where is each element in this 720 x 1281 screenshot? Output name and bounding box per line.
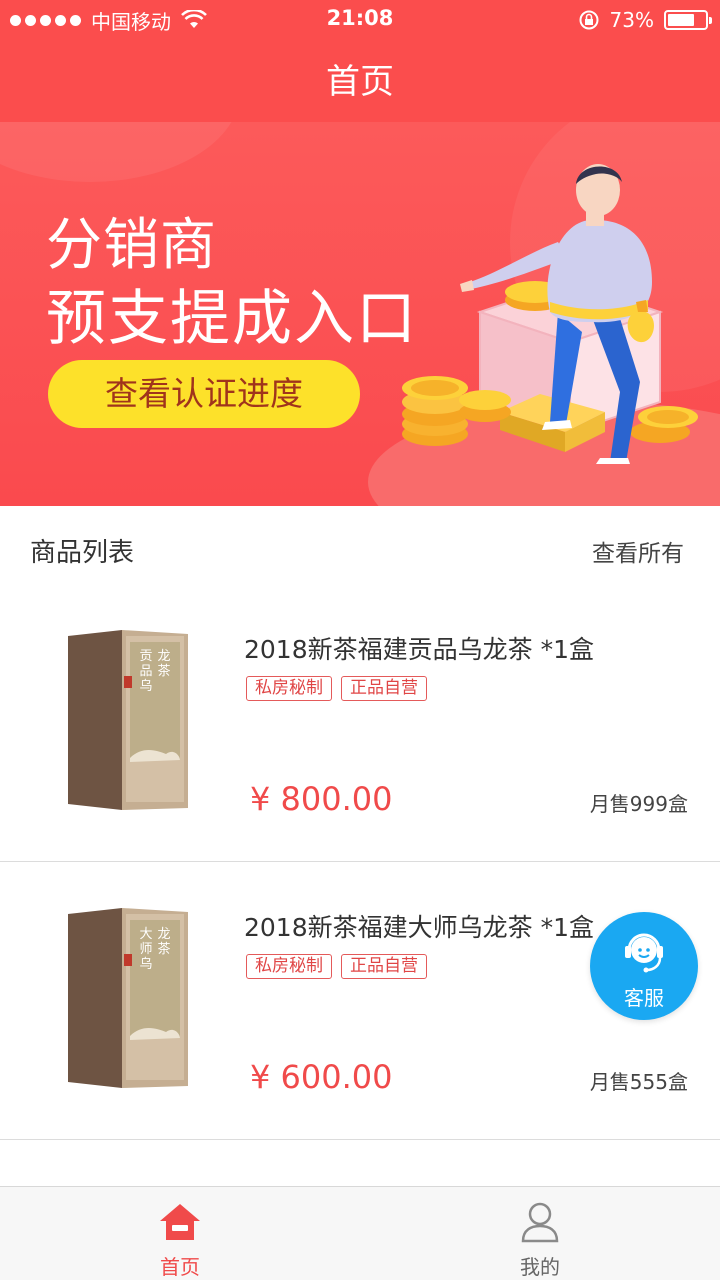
banner-decor	[0, 122, 240, 182]
monthly-sales: 月售999盒	[589, 792, 688, 816]
view-all-link[interactable]: 查看所有	[592, 534, 684, 568]
product-list-title: 商品列表	[30, 538, 135, 568]
top-header: 中国移动 21:08 73% 首页	[0, 0, 720, 122]
battery-percent: 73%	[609, 8, 654, 32]
user-icon	[521, 1202, 559, 1243]
headset-icon	[625, 933, 663, 973]
product-item[interactable]: 贡品乌龙茶 2018新茶福建贡品乌龙茶 *1盒 私房秘制 正品自营 ¥ 800.…	[0, 584, 720, 862]
product-list-header: 商品列表 查看所有	[0, 506, 720, 586]
product-price: ¥ 800.00	[250, 780, 393, 818]
banner-title-line2: 预支提成入口	[46, 284, 418, 354]
product-tag: 私房秘制	[246, 676, 332, 701]
promo-banner[interactable]: 分销商 预支提成入口 查看认证进度	[0, 122, 720, 506]
customer-service-label: 客服	[624, 986, 664, 1010]
man-with-coins-illustration	[402, 164, 698, 464]
battery-icon	[664, 10, 712, 30]
customer-service-button[interactable]: 客服	[590, 912, 698, 1020]
product-tag: 正品自营	[341, 676, 427, 701]
product-tag: 正品自营	[341, 954, 427, 979]
battery-status: 73%	[578, 6, 712, 34]
tab-home[interactable]: 首页	[0, 1187, 360, 1281]
banner-title-line1: 分销商	[46, 213, 217, 278]
monthly-sales: 月售555盒	[589, 1070, 688, 1094]
product-tags: 私房秘制 正品自营	[246, 954, 427, 979]
bottom-tab-bar: 首页 我的	[0, 1186, 720, 1280]
tab-mine-label: 我的	[520, 1255, 560, 1279]
product-tags: 私房秘制 正品自营	[246, 676, 427, 701]
tab-mine[interactable]: 我的	[360, 1187, 720, 1281]
product-price: ¥ 600.00	[250, 1058, 393, 1096]
page-title: 首页	[326, 62, 394, 102]
tea-box-image: 大师乌龙茶	[68, 908, 188, 1088]
product-name: 2018新茶福建大师乌龙茶 *1盒	[244, 913, 594, 942]
product-name: 2018新茶福建贡品乌龙茶 *1盒	[244, 635, 594, 664]
home-icon	[160, 1204, 200, 1240]
rotation-lock-icon	[579, 10, 599, 30]
tea-box-image: 贡品乌龙茶	[68, 630, 188, 810]
product-tag: 私房秘制	[246, 954, 332, 979]
view-verification-button[interactable]: 查看认证进度	[48, 360, 360, 428]
tab-home-label: 首页	[160, 1255, 200, 1279]
